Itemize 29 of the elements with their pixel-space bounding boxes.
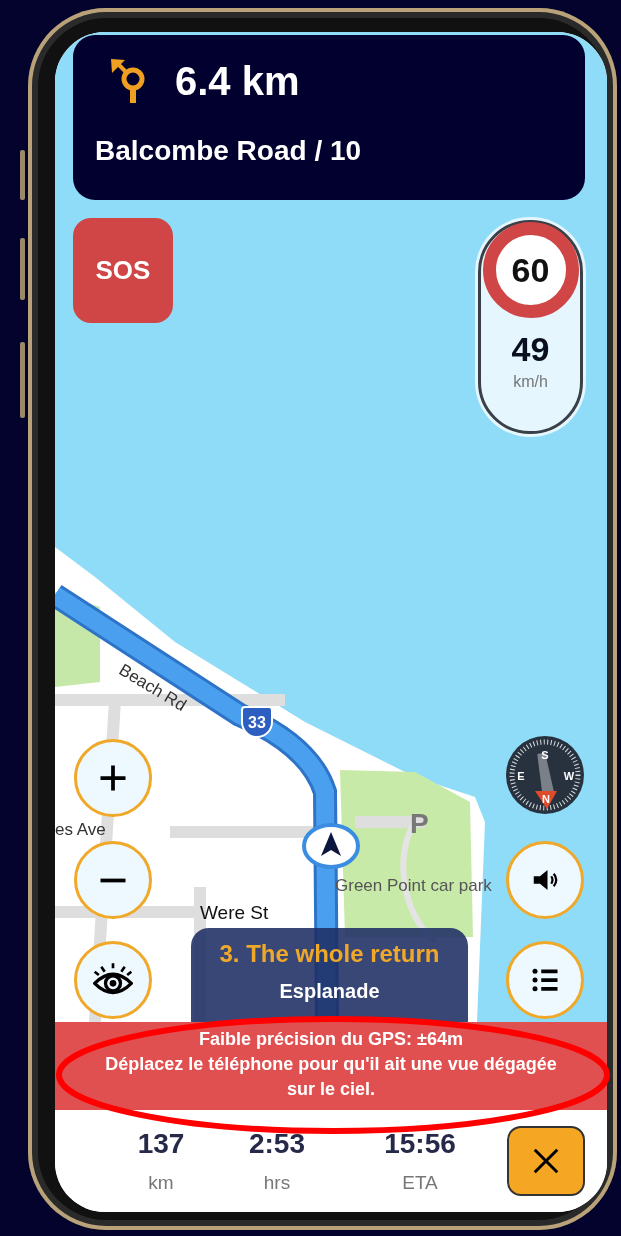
- sos-button[interactable]: SOS: [73, 218, 173, 323]
- stat-value: 15:56: [384, 1128, 456, 1160]
- zoom-out-icon: [98, 877, 128, 883]
- instruction-street: Esplanade: [278, 980, 381, 1003]
- stat-unit: km: [148, 1172, 174, 1194]
- street-label: es Ave: [55, 820, 106, 840]
- warning-message: Déplacez le téléphone pour qu'il ait une vue dégagée sur le ciel.: [104, 1053, 558, 1101]
- speed-unit: km/h: [513, 373, 548, 391]
- instruction-title: 3. The whole return: [218, 940, 441, 968]
- compass-south: S: [541, 749, 549, 761]
- street-name: Balcombe Road / 10: [95, 135, 363, 167]
- stat-unit: hrs: [263, 1172, 291, 1194]
- warning-title: Faible précision du GPS: ±64m: [198, 1028, 464, 1051]
- compass-west: W: [563, 770, 575, 782]
- street-label: Were St: [200, 902, 269, 924]
- compass-north: N: [542, 793, 550, 805]
- end-navigation-button[interactable]: [507, 1126, 585, 1196]
- parking-label: P: [410, 808, 429, 840]
- stat-value: 2:53: [248, 1128, 305, 1160]
- maneuver-distance: 6.4 km: [175, 58, 300, 104]
- compass[interactable]: S E W N: [505, 735, 585, 815]
- close-icon: [531, 1146, 561, 1176]
- current-speed: 49: [511, 330, 550, 369]
- compass-east: E: [517, 770, 525, 782]
- speed-limit-sign: 60: [482, 222, 579, 318]
- stat-unit: ETA: [402, 1172, 438, 1194]
- stat-value: 137: [137, 1128, 185, 1160]
- zoom-in-icon: [98, 763, 128, 793]
- route-shield: 33: [241, 706, 273, 738]
